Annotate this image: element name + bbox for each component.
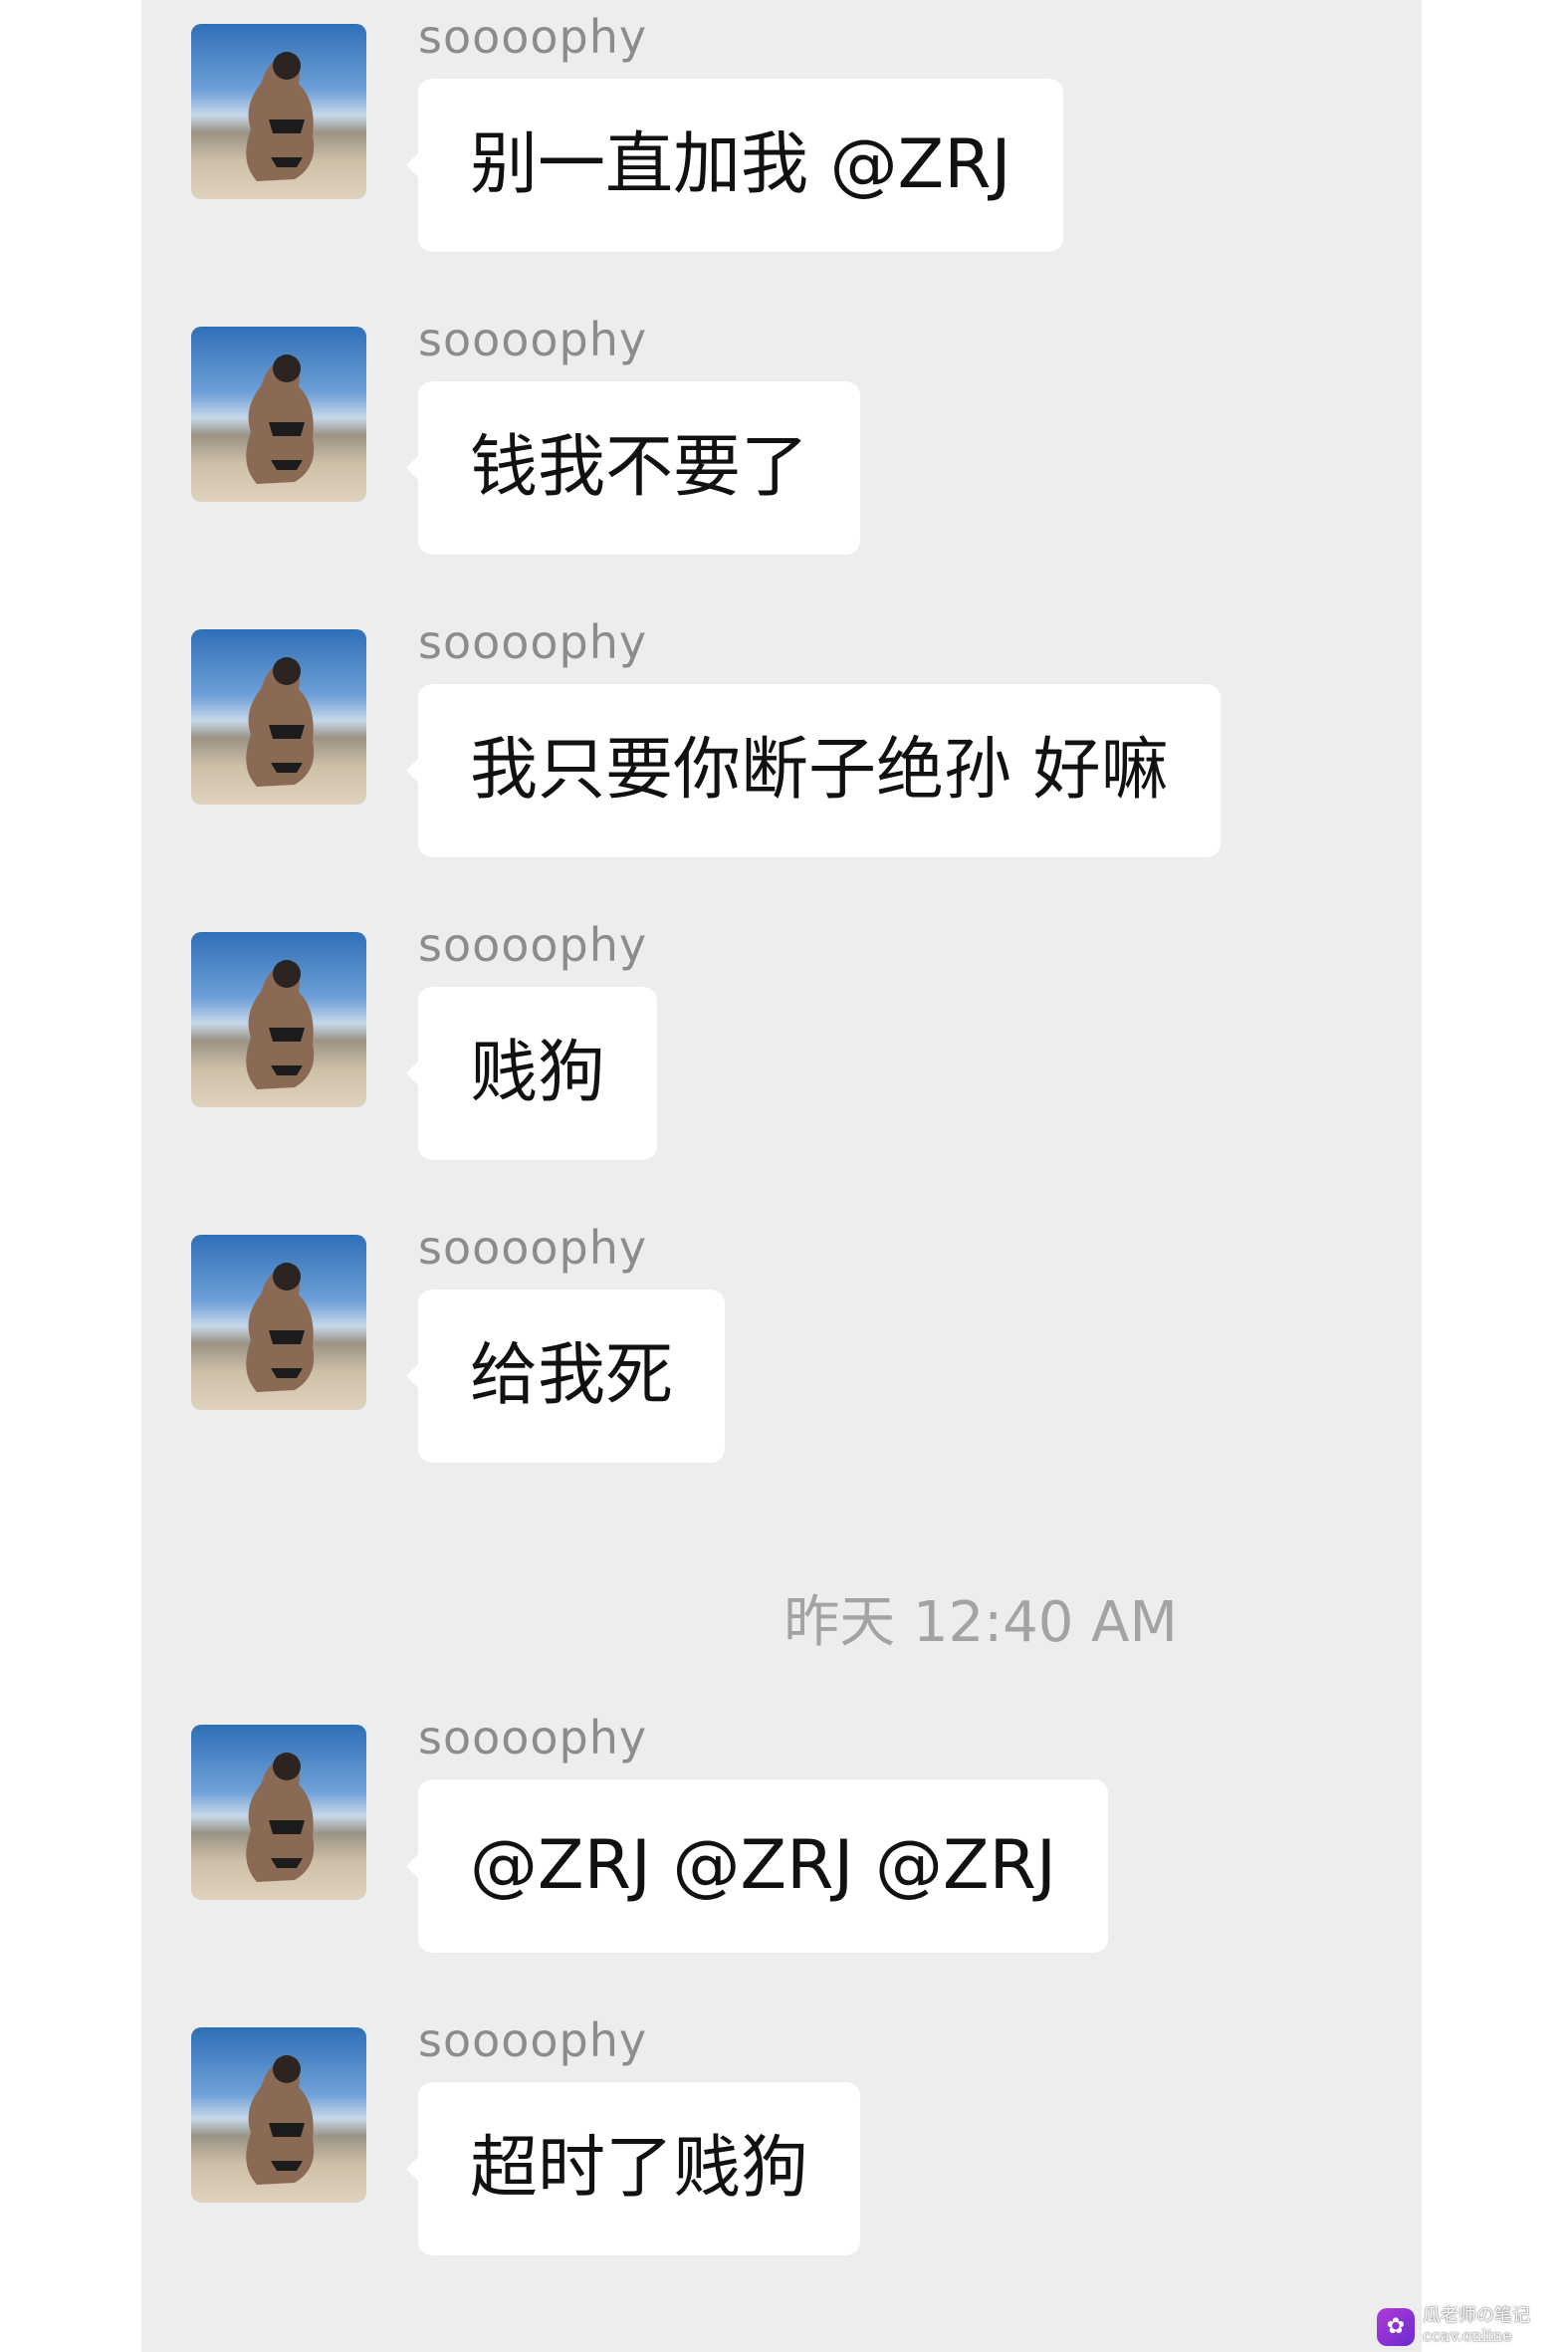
- sender-avatar[interactable]: [191, 1725, 366, 1900]
- watermark-logo-icon: ✿: [1377, 2308, 1415, 2346]
- message-bubble[interactable]: 别一直加我 @ZRJ: [406, 79, 1063, 252]
- watermark: ✿ 瓜老师の笔记 ccav.online: [1377, 2305, 1556, 2348]
- message-bubble[interactable]: 给我死: [405, 1290, 726, 1463]
- sender-name: soooophy: [418, 2013, 648, 2067]
- message-bubble[interactable]: 贱狗: [405, 987, 658, 1160]
- chat-timestamp: 昨天 12:40 AM: [784, 1590, 1178, 1655]
- message-bubble[interactable]: 我只要你断子绝孙 好嘛: [406, 684, 1221, 857]
- sender-avatar[interactable]: [191, 932, 366, 1107]
- sender-name: soooophy: [418, 1221, 648, 1275]
- sender-name: soooophy: [418, 615, 648, 669]
- message-bubble[interactable]: @ZRJ @ZRJ @ZRJ: [406, 1779, 1108, 1953]
- message-bubble[interactable]: 超时了贱狗: [405, 2082, 861, 2255]
- sender-name: soooophy: [418, 313, 648, 366]
- sender-name: soooophy: [418, 918, 648, 972]
- sender-name: soooophy: [418, 10, 648, 64]
- watermark-title: 瓜老师の笔记: [1423, 2305, 1530, 2326]
- watermark-url: ccav.online: [1423, 2326, 1512, 2345]
- sender-avatar[interactable]: [191, 327, 366, 502]
- chat-view[interactable]: soooophy 别一直加我 @ZRJ soooophy 钱我不要了 soooo…: [141, 0, 1422, 2352]
- sender-avatar[interactable]: [191, 629, 366, 805]
- sender-avatar[interactable]: [191, 1235, 366, 1410]
- sender-name: soooophy: [418, 1711, 648, 1764]
- message-bubble[interactable]: 钱我不要了: [405, 381, 861, 555]
- sender-avatar[interactable]: [191, 2027, 366, 2203]
- sender-avatar[interactable]: [191, 24, 366, 199]
